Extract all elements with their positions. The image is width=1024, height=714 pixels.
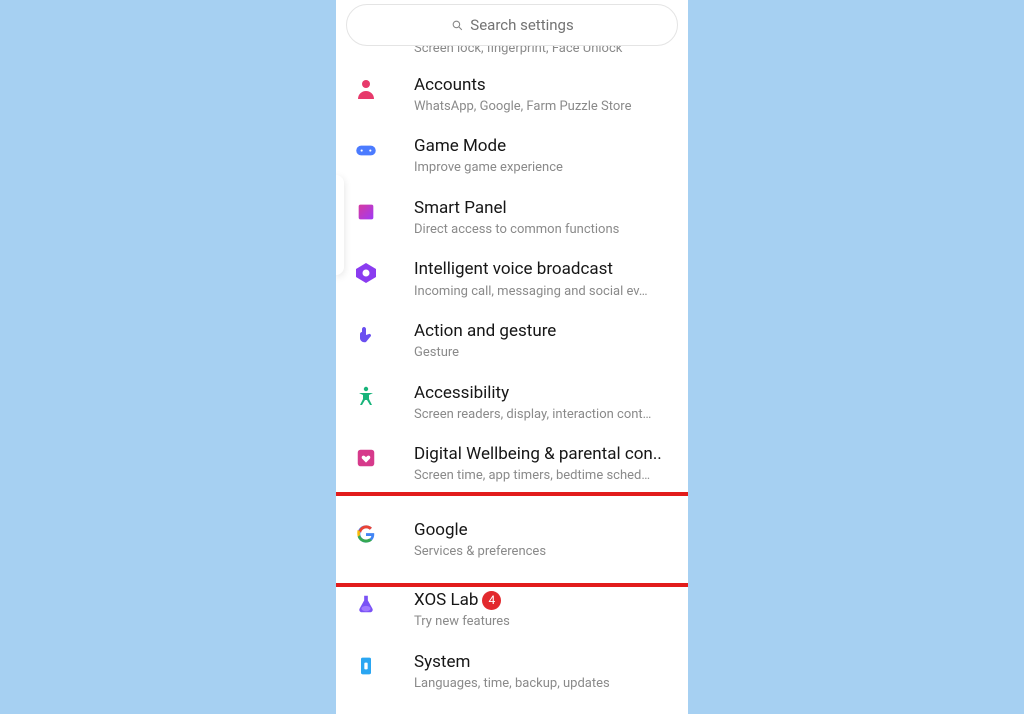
settings-item-title: Google (414, 519, 670, 541)
settings-item-system[interactable]: System Languages, time, backup, updates (336, 641, 688, 703)
settings-item-subtitle: Screen readers, display, interaction con… (414, 406, 670, 424)
panel-icon (353, 199, 379, 225)
settings-item-subtitle: Incoming call, messaging and social ev… (414, 283, 670, 301)
search-settings[interactable]: Search settings (346, 4, 678, 46)
settings-item-title: System (414, 651, 670, 673)
settings-item-accounts[interactable]: Accounts WhatsApp, Google, Farm Puzzle S… (336, 64, 688, 126)
accessibility-icon (353, 384, 379, 410)
person-icon (353, 76, 379, 102)
settings-item-subtitle: Improve game experience (414, 159, 670, 177)
settings-item-title: Game Mode (414, 135, 670, 157)
search-placeholder: Search settings (470, 16, 573, 34)
settings-item-title: Intelligent voice broadcast (414, 258, 670, 280)
gesture-icon (353, 322, 379, 348)
heart-icon (353, 445, 379, 471)
settings-item-subtitle: Try new features (414, 613, 670, 631)
settings-item-game-mode[interactable]: Game Mode Improve game experience (336, 125, 688, 187)
settings-item-title: XOS Lab4 (414, 589, 670, 611)
google-icon (353, 521, 379, 547)
settings-item-wellbeing[interactable]: Digital Wellbeing & parental con.. Scree… (336, 433, 688, 495)
settings-item-title: Action and gesture (414, 320, 670, 342)
gamepad-icon (353, 137, 379, 163)
settings-item-subtitle: Gesture (414, 344, 670, 362)
settings-item-subtitle: Services & preferences (414, 543, 670, 561)
settings-screen: Search settings Screen lock, fingerprint… (336, 0, 688, 714)
settings-item-accessibility[interactable]: Accessibility Screen readers, display, i… (336, 372, 688, 434)
settings-item-gesture[interactable]: Action and gesture Gesture (336, 310, 688, 372)
voice-icon (353, 260, 379, 286)
settings-item-subtitle: Direct access to common functions (414, 221, 670, 239)
settings-item-xos-lab[interactable]: XOS Lab4 Try new features (336, 585, 688, 641)
settings-list: Screen lock, fingerprint, Face Unlock Ac… (336, 0, 688, 714)
settings-item-voice-broadcast[interactable]: Intelligent voice broadcast Incoming cal… (336, 248, 688, 310)
settings-item-title: Digital Wellbeing & parental con.. (414, 443, 670, 465)
settings-item-title: Smart Panel (414, 197, 670, 219)
search-icon (450, 18, 464, 32)
settings-item-smart-panel[interactable]: Smart Panel Direct access to common func… (336, 187, 688, 249)
flask-icon (353, 591, 379, 617)
settings-item-subtitle: Languages, time, backup, updates (414, 675, 670, 693)
system-icon (353, 653, 379, 679)
settings-item-title: Accounts (414, 74, 670, 96)
settings-item-google[interactable]: Google Services & preferences (336, 495, 688, 585)
settings-item-subtitle: WhatsApp, Google, Farm Puzzle Store (414, 98, 670, 116)
notification-badge: 4 (482, 591, 501, 610)
settings-item-title: Accessibility (414, 382, 670, 404)
settings-item-subtitle: Screen time, app timers, bedtime sched… (414, 467, 670, 485)
